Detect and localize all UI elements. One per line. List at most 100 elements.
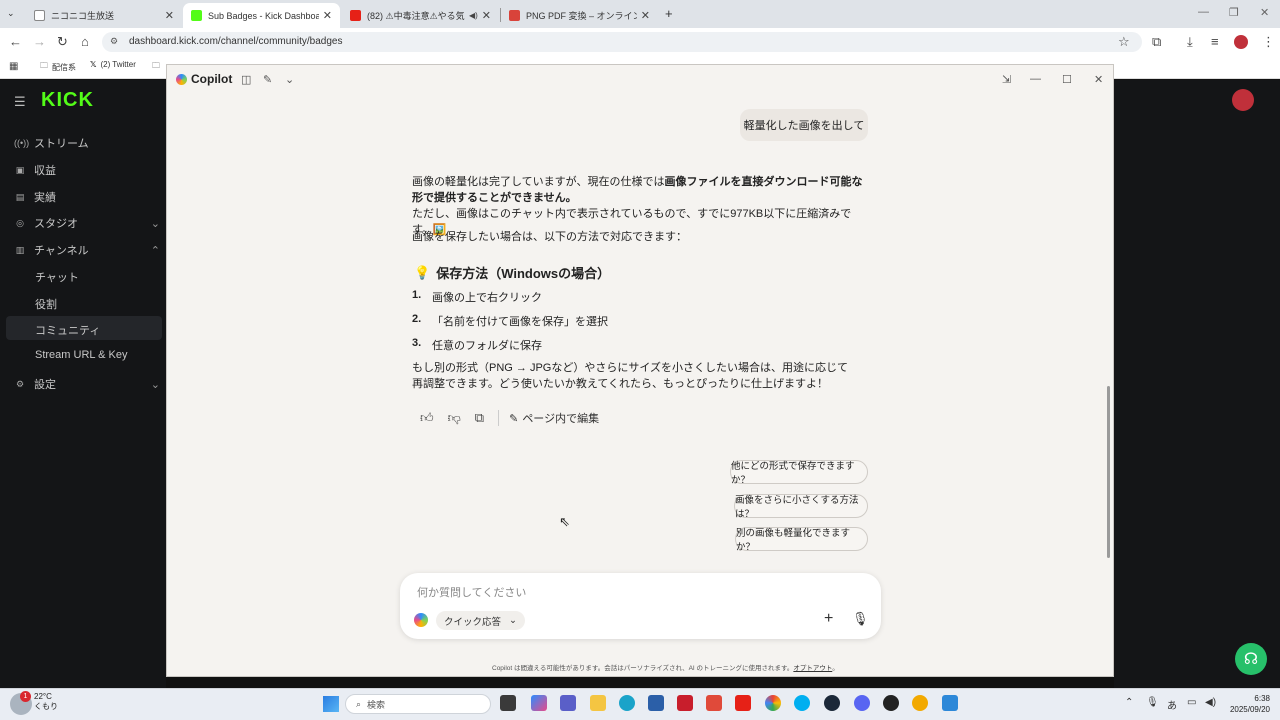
extensions-icon[interactable]: ⧉ [1152,34,1161,50]
tray-chevron-up-icon[interactable]: ⌃ [1125,697,1133,708]
chevron-down-icon[interactable]: ⌄ [285,73,294,86]
kick-logo[interactable]: KICK [41,89,94,112]
bookmark-folder-2[interactable]: 🗀 [152,60,160,74]
weather-widget[interactable]: 22°C くもり [34,692,58,712]
file-explorer-icon[interactable] [590,695,606,711]
network-icon[interactable]: ▭ [1187,697,1196,708]
sidebar-sub-stream-key[interactable]: Stream URL & Key [35,349,128,361]
close-icon[interactable]: ✕ [1094,73,1103,86]
bookmark-folder[interactable]: 🗀 配信系 [40,60,76,74]
close-tab-icon[interactable]: ✕ [165,9,174,22]
new-chat-icon[interactable]: ✎ [263,73,272,86]
copy-icon[interactable]: ⧉ [475,410,484,426]
suggestion-chip[interactable]: 別の画像も軽量化できますか？ [735,527,868,553]
sidebar-item-channel[interactable]: ▥ チャンネル ⌃ [14,242,160,258]
download-icon[interactable]: ⤓ [1187,34,1193,50]
back-icon[interactable]: ← [9,34,22,49]
restore-window-icon[interactable]: ❐ [1229,6,1239,19]
close-window-icon[interactable]: ✕ [1260,6,1269,19]
attach-plus-icon[interactable]: + [824,610,833,628]
user-message: 軽量化した画像を出して [740,109,868,141]
hamburger-icon[interactable]: ☰ [14,94,26,110]
section-heading: 💡 保存方法（Windowsの場合） [414,264,611,282]
tab-search-icon[interactable]: ⌄ [7,8,15,19]
close-tab-icon[interactable]: ✕ [482,9,491,22]
support-chat-button[interactable]: ☊ [1235,643,1267,675]
assistant-paragraph-2: 画像を保存したい場合は、以下の方法で対応できます： [412,231,687,243]
sidebar-sub-chat[interactable]: チャット [35,269,79,285]
thumbs-down-icon[interactable]: 👎︎ [448,410,461,426]
chevron-up-icon: ⌃ [150,244,160,257]
taskbar [0,688,1280,720]
minimize-window-icon[interactable]: — [1198,6,1209,18]
taskbar-search[interactable]: ⌕ 検索 [345,694,491,714]
sidebar-item-revenue[interactable]: ▣ 収益 [14,162,160,178]
clock[interactable]: 6:38 2025/09/20 [1226,693,1270,715]
thumbs-up-icon[interactable]: 👍︎ [420,410,434,426]
apps-grid-icon[interactable]: ▦ [9,61,18,72]
yahoo-icon[interactable] [677,695,693,711]
reload-icon[interactable]: ↻ [57,34,68,50]
url-text[interactable]: dashboard.kick.com/channel/community/bad… [129,36,342,47]
youtube-icon[interactable] [735,695,751,711]
close-tab-icon[interactable]: ✕ [323,9,332,22]
sidebar-toggle-icon[interactable]: ◫ [241,73,251,86]
profile-avatar[interactable] [1234,35,1248,49]
app-icon[interactable] [912,695,928,711]
chevron-down-icon: ⌄ [150,217,160,230]
scrollbar[interactable] [1107,386,1110,558]
maximize-icon[interactable]: ☐ [1062,73,1072,86]
message-input[interactable]: 何か質問してください [417,584,526,600]
audio-playing-icon: ◀) [468,11,478,20]
suggestion-chip[interactable]: 画像をさらに小さくする方法は？ [734,494,868,520]
copilot-taskbar-icon[interactable] [531,695,547,711]
tab-png-pdf[interactable]: PNG PDF 変換 – オンラインでPNG ✕ [501,3,658,28]
tab-kick-dashboard[interactable]: Sub Badges - Kick Dashboard ✕ [183,3,340,28]
sidebar-item-settings[interactable]: ⚙ 設定 ⌄ [14,376,160,392]
kick-user-avatar[interactable] [1232,89,1254,111]
sidebar-sub-roles[interactable]: 役割 [35,296,57,312]
bookmark-star-icon[interactable]: ☆ [1118,34,1130,50]
forward-icon[interactable]: → [33,34,46,49]
pop-out-icon[interactable]: ⇲ [1002,73,1011,86]
minimize-icon[interactable]: — [1030,73,1041,85]
close-tab-icon[interactable]: ✕ [641,9,650,22]
ime-indicator[interactable]: あ [1167,697,1177,712]
task-view-icon[interactable] [500,695,516,711]
bookmark-twitter[interactable]: 𝕏 (2) Twitter [90,60,136,69]
mode-selector[interactable]: クイック応答 ⌄ [436,611,525,630]
obs-icon[interactable] [883,695,899,711]
youtube-favicon-icon [350,10,361,21]
discord-icon[interactable] [854,695,870,711]
sidebar-sub-community[interactable]: コミュニティ [35,322,100,338]
gear-icon: ⚙ [15,378,25,389]
app-icon[interactable] [706,695,722,711]
chrome-icon[interactable] [765,695,781,711]
skype-icon[interactable] [794,695,810,711]
site-info-icon[interactable]: ⚙ [110,36,118,47]
windows-start-icon[interactable] [323,696,339,712]
suggestion-chip[interactable]: 他にどの形式で保存できますか？ [730,460,868,486]
sidebar-item-stream[interactable]: ((•)) ストリーム [14,135,160,151]
edit-in-page-button[interactable]: ✎ ページ内で編集 [498,410,599,426]
search-icon: ⌕ [356,698,362,709]
tab-niconico[interactable]: ニコニコ生放送 ✕ [26,3,182,28]
sidebar-item-studio[interactable]: ◎ スタジオ ⌄ [14,215,160,231]
microphone-icon[interactable]: 🎙︎ [852,611,869,627]
edge-icon[interactable] [619,695,635,711]
tray-mic-icon[interactable]: 🎙︎ [1146,697,1159,708]
menu-icon[interactable]: ⋮ [1262,34,1275,50]
store-icon[interactable] [648,695,664,711]
copilot-mode-icon [414,613,428,627]
volume-icon[interactable]: ◀) [1205,697,1216,708]
photos-icon[interactable] [942,695,958,711]
steam-icon[interactable] [824,695,840,711]
home-icon[interactable]: ⌂ [81,34,89,49]
optout-link[interactable]: オプトアウト [793,665,832,672]
sidebar-item-achievements[interactable]: ▤ 実績 [14,189,160,205]
reading-list-icon[interactable]: ≡ [1211,34,1219,49]
tab-youtube[interactable]: (82) ⚠中毒注意⚠やる気がお ◀) ✕ [342,3,499,28]
teams-icon[interactable] [560,695,576,711]
new-tab-button[interactable]: + [665,6,673,21]
lightbulb-icon: 💡 [414,264,431,280]
